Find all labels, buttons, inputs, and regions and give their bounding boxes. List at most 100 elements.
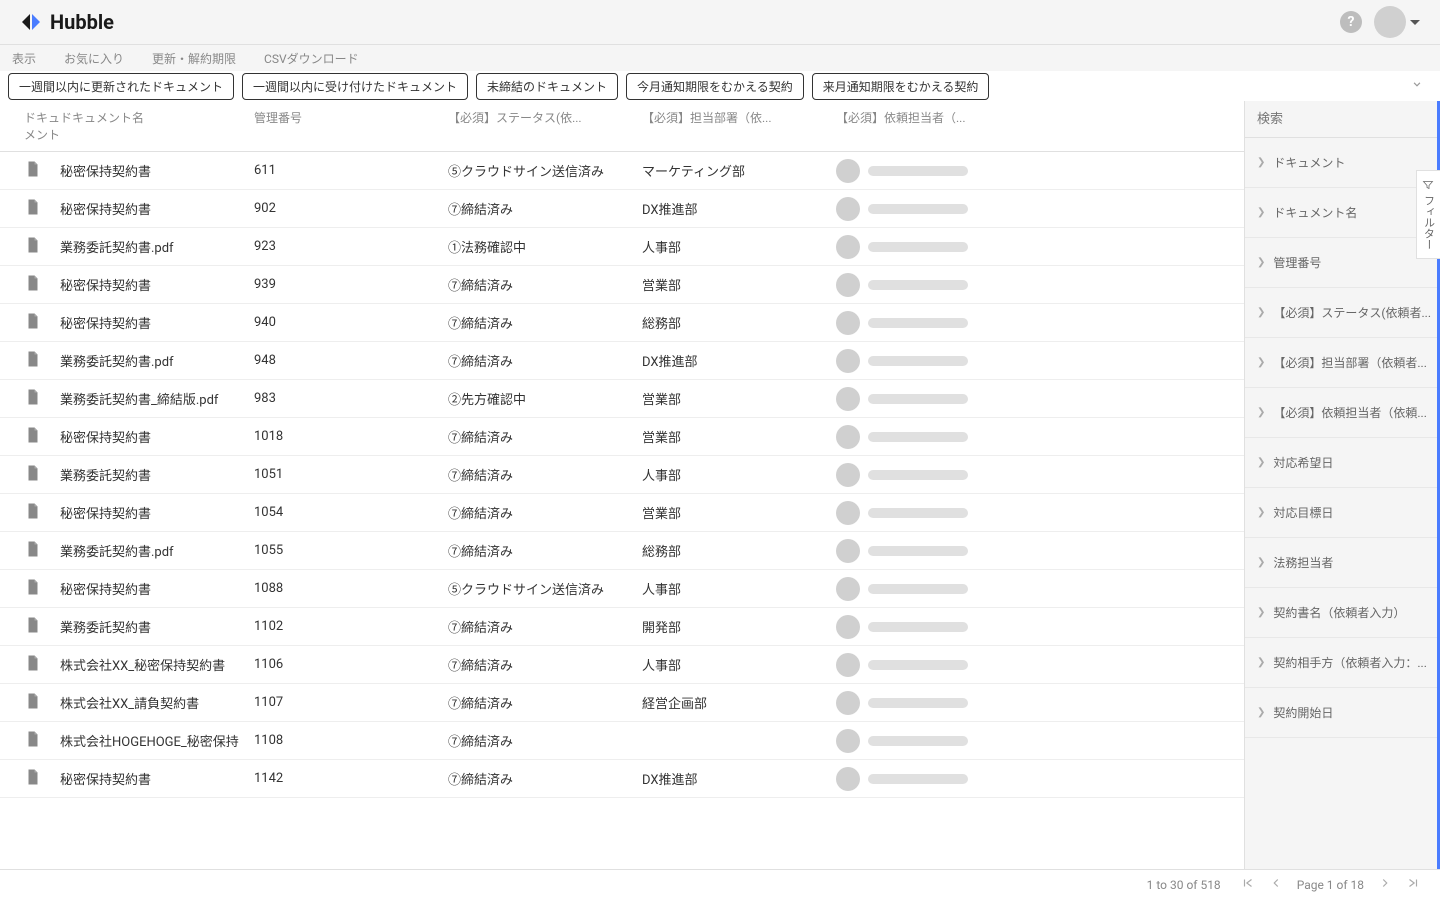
column-header-dept[interactable]: 【必須】担当部署（依... — [642, 109, 836, 143]
assignee-avatar-icon — [836, 235, 860, 259]
chip-this-month[interactable]: 今月通知期限をむかえる契約 — [626, 73, 804, 100]
chevron-right-icon: ❯ — [1257, 207, 1265, 218]
cell-assignee — [836, 311, 1016, 335]
filter-item[interactable]: ❯契約開始日 — [1245, 688, 1437, 738]
table-row[interactable]: 株式会社XX_秘密保持契約書1106⑦締結済み人事部 — [0, 646, 1244, 684]
chip-next-month[interactable]: 来月通知期限をむかえる契約 — [812, 73, 990, 100]
table-row[interactable]: 秘密保持契約書1088⑤クラウドサイン送信済み人事部 — [0, 570, 1244, 608]
nav-tab-csv[interactable]: CSVダウンロード — [264, 50, 359, 67]
column-header-assignee[interactable]: 【必須】依頼担当者（... — [836, 109, 1016, 143]
filter-item[interactable]: ❯【必須】担当部署（依頼者... — [1245, 338, 1437, 388]
table-row[interactable]: 秘密保持契約書1018⑦締結済み営業部 — [0, 418, 1244, 456]
user-menu[interactable] — [1374, 6, 1420, 38]
column-header-mgmt[interactable]: 管理番号 — [254, 109, 448, 143]
table-row[interactable]: 秘密保持契約書1054⑦締結済み営業部 — [0, 494, 1244, 532]
filter-item[interactable]: ❯対応目標日 — [1245, 488, 1437, 538]
cell-dept: DX推進部 — [642, 769, 836, 788]
cell-dept: 営業部 — [642, 389, 836, 408]
document-icon — [24, 426, 42, 444]
cell-status: ⑦締結済み — [448, 199, 642, 218]
filter-tab-vertical[interactable]: フィルター — [1416, 170, 1440, 259]
chevron-right-icon: ❯ — [1257, 457, 1265, 468]
table-row[interactable]: 業務委託契約書.pdf948⑦締結済みDX推進部 — [0, 342, 1244, 380]
filter-search-input[interactable] — [1257, 111, 1425, 126]
cell-assignee — [836, 235, 1016, 259]
filter-item[interactable]: ❯管理番号 — [1245, 238, 1437, 288]
filter-item[interactable]: ❯対応希望日 — [1245, 438, 1437, 488]
table-row[interactable]: 業務委託契約書1051⑦締結済み人事部 — [0, 456, 1244, 494]
cell-assignee — [836, 577, 1016, 601]
document-icon — [24, 236, 42, 254]
filter-item[interactable]: ❯【必須】ステータス(依頼者... — [1245, 288, 1437, 338]
help-icon[interactable]: ? — [1340, 11, 1362, 33]
nav-tab-renewal[interactable]: 更新・解約期限 — [152, 50, 236, 67]
chip-received-week[interactable]: 一週間以内に受け付けたドキュメント — [242, 73, 468, 100]
filter-item[interactable]: ❯契約相手方（依頼者入力：... — [1245, 638, 1437, 688]
column-header-doc[interactable]: ドキュメント — [0, 109, 60, 143]
page-next-icon[interactable] — [1378, 876, 1392, 893]
page-first-icon[interactable] — [1241, 876, 1255, 893]
filter-tab-label: フィルター — [1421, 195, 1437, 250]
filter-funnel-icon — [1422, 179, 1435, 191]
document-icon — [24, 540, 42, 558]
column-header-status[interactable]: 【必須】ステータス(依... — [448, 109, 642, 143]
column-header-name[interactable]: ドキュメント名 — [60, 109, 254, 143]
filter-item-label: 対応目標日 — [1273, 504, 1333, 521]
cell-assignee — [836, 387, 1016, 411]
filter-item[interactable]: ❯契約書名（依頼者入力） — [1245, 588, 1437, 638]
filter-item[interactable]: ❯ドキュメント名 — [1245, 188, 1437, 238]
cell-status: ⑦締結済み — [448, 769, 642, 788]
table-row[interactable]: 秘密保持契約書611⑤クラウドサイン送信済みマーケティング部 — [0, 152, 1244, 190]
page-last-icon[interactable] — [1406, 876, 1420, 893]
app-name: Hubble — [50, 10, 114, 34]
nav-tab-display[interactable]: 表示 — [12, 50, 36, 67]
cell-assignee — [836, 615, 1016, 639]
cell-mgmt: 1088 — [254, 581, 448, 596]
table-row[interactable]: 秘密保持契約書939⑦締結済み営業部 — [0, 266, 1244, 304]
table-row[interactable]: 業務委託契約書.pdf1055⑦締結済み総務部 — [0, 532, 1244, 570]
page-prev-icon[interactable] — [1269, 876, 1283, 893]
cell-mgmt: 983 — [254, 391, 448, 406]
filter-item[interactable]: ❯【必須】依頼担当者（依頼... — [1245, 388, 1437, 438]
cell-name: 業務委託契約書.pdf — [60, 541, 254, 560]
logo[interactable]: Hubble — [20, 10, 114, 34]
document-icon — [24, 160, 42, 178]
chips-expand-icon[interactable] — [1410, 77, 1424, 95]
cell-dept: 開発部 — [642, 617, 836, 636]
logo-icon — [20, 10, 44, 34]
assignee-avatar-icon — [836, 159, 860, 183]
assignee-name-placeholder — [868, 736, 968, 746]
table-row[interactable]: 株式会社HOGEHOGE_秘密保持1108⑦締結済み — [0, 722, 1244, 760]
assignee-avatar-icon — [836, 653, 860, 677]
cell-assignee — [836, 197, 1016, 221]
chevron-down-icon — [1410, 20, 1420, 25]
cell-dept: 営業部 — [642, 275, 836, 294]
cell-name: 業務委託契約書.pdf — [60, 351, 254, 370]
chip-unsigned[interactable]: 未締結のドキュメント — [476, 73, 618, 100]
chip-updated-week[interactable]: 一週間以内に更新されたドキュメント — [8, 73, 234, 100]
table-row[interactable]: 秘密保持契約書902⑦締結済みDX推進部 — [0, 190, 1244, 228]
table-row[interactable]: 業務委託契約書.pdf923①法務確認中人事部 — [0, 228, 1244, 266]
filter-item-label: ドキュメント — [1273, 154, 1345, 171]
table-row[interactable]: 業務委託契約書1102⑦締結済み開発部 — [0, 608, 1244, 646]
table-row[interactable]: 秘密保持契約書940⑦締結済み総務部 — [0, 304, 1244, 342]
document-icon — [24, 388, 42, 406]
table-row[interactable]: 株式会社XX_請負契約書1107⑦締結済み経営企画部 — [0, 684, 1244, 722]
filter-item[interactable]: ❯法務担当者 — [1245, 538, 1437, 588]
assignee-avatar-icon — [836, 729, 860, 753]
document-icon — [24, 768, 42, 786]
cell-name: 秘密保持契約書 — [60, 161, 254, 180]
cell-mgmt: 923 — [254, 239, 448, 254]
table-row[interactable]: 業務委託契約書_締結版.pdf983②先方確認中営業部 — [0, 380, 1244, 418]
document-icon — [24, 464, 42, 482]
document-table: ドキュメント ドキュメント名 管理番号 【必須】ステータス(依... 【必須】担… — [0, 101, 1244, 869]
cell-name: 秘密保持契約書 — [60, 313, 254, 332]
filter-item[interactable]: ❯ドキュメント — [1245, 138, 1437, 188]
table-header-row: ドキュメント ドキュメント名 管理番号 【必須】ステータス(依... 【必須】担… — [0, 101, 1244, 152]
assignee-avatar-icon — [836, 311, 860, 335]
nav-tab-favorite[interactable]: お気に入り — [64, 50, 124, 67]
document-icon — [24, 616, 42, 634]
assignee-name-placeholder — [868, 698, 968, 708]
table-row[interactable]: 秘密保持契約書1142⑦締結済みDX推進部 — [0, 760, 1244, 798]
cell-status: ⑦締結済み — [448, 541, 642, 560]
